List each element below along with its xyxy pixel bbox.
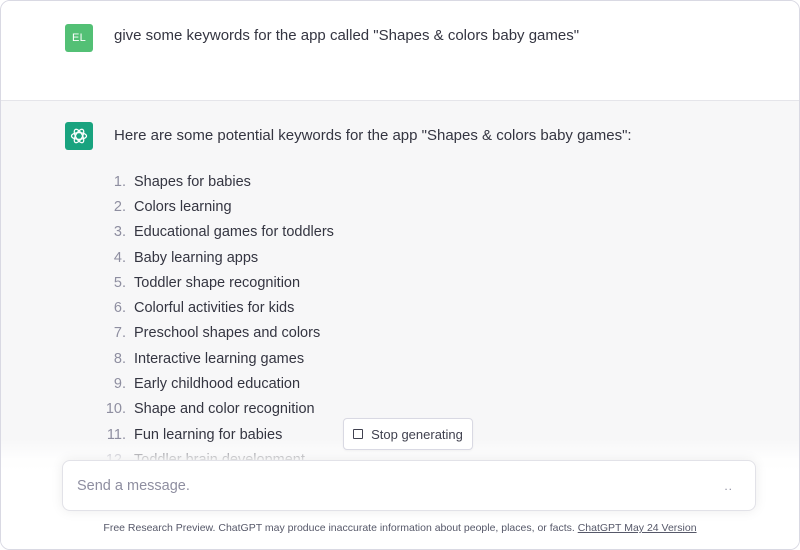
assistant-intro-text: Here are some potential keywords for the… [114,127,632,144]
keyword-list-item: 1. Shapes for babies [101,169,334,194]
keyword-list-item: 3. Educational games for toddlers [101,220,334,245]
typing-indicator: .. [724,479,733,493]
keyword-number: 2. [113,198,126,215]
keyword-list-item: 2. Colors learning [101,194,334,219]
keyword-text: Preschool shapes and colors [134,325,321,342]
user-message-text: give some keywords for the app called "S… [114,27,580,44]
version-link[interactable]: ChatGPT May 24 Version [578,522,697,534]
keyword-list-item: 4. Baby learning apps [101,245,334,270]
keyword-list-item: 7. Preschool shapes and colors [101,321,334,346]
keyword-text: Baby learning apps [134,249,259,266]
message-composer: .. [62,460,756,511]
assistant-avatar [65,122,93,150]
user-message-row: EL give some keywords for the app called… [1,1,799,101]
keyword-list-item: 6. Colorful activities for kids [101,295,334,320]
keyword-list-item: 9. Early childhood education [101,371,334,396]
message-input[interactable] [77,461,697,510]
keyword-list: 1. Shapes for babies 2. Colors learning 3. Ed… [101,169,334,473]
openai-logo-icon [70,128,88,144]
keyword-text: Colorful activities for kids [134,300,295,317]
user-avatar: EL [65,24,93,52]
keyword-text: Early childhood education [134,376,301,393]
keyword-list-item: 8. Interactive learning games [101,346,334,371]
stop-square-icon [353,429,364,439]
keyword-text: Educational games for toddlers [134,224,334,241]
keyword-number: 10. [105,401,126,418]
keyword-list-item: 10. Shape and color recognition [101,397,334,422]
keyword-number: 6. [113,300,126,317]
keyword-number: 9. [113,376,126,393]
keyword-number: 5. [113,274,126,291]
stop-generating-label: Stop generating [371,426,463,442]
keyword-text: Interactive learning games [134,350,305,367]
keyword-text: Colors learning [134,198,232,215]
keyword-number: 3. [113,224,126,241]
keyword-number: 7. [113,325,126,342]
keyword-list-item: 5. Toddler shape recognition [101,270,334,295]
keyword-text: Shapes for babies [134,173,251,190]
keyword-number: 8. [113,350,126,367]
keyword-number: 1. [113,173,126,190]
keyword-text: Toddler shape recognition [134,274,301,291]
footer-disclaimer: Free Research Preview. ChatGPT may produ… [1,522,799,534]
keyword-number: 4. [113,249,126,266]
chat-window: EL give some keywords for the app called… [0,0,800,550]
user-avatar-initials: EL [71,32,87,44]
stop-generating-button[interactable]: Stop generating [343,418,473,450]
keyword-text: Shape and color recognition [134,401,315,418]
footer-text: Free Research Preview. ChatGPT may produ… [103,522,578,534]
